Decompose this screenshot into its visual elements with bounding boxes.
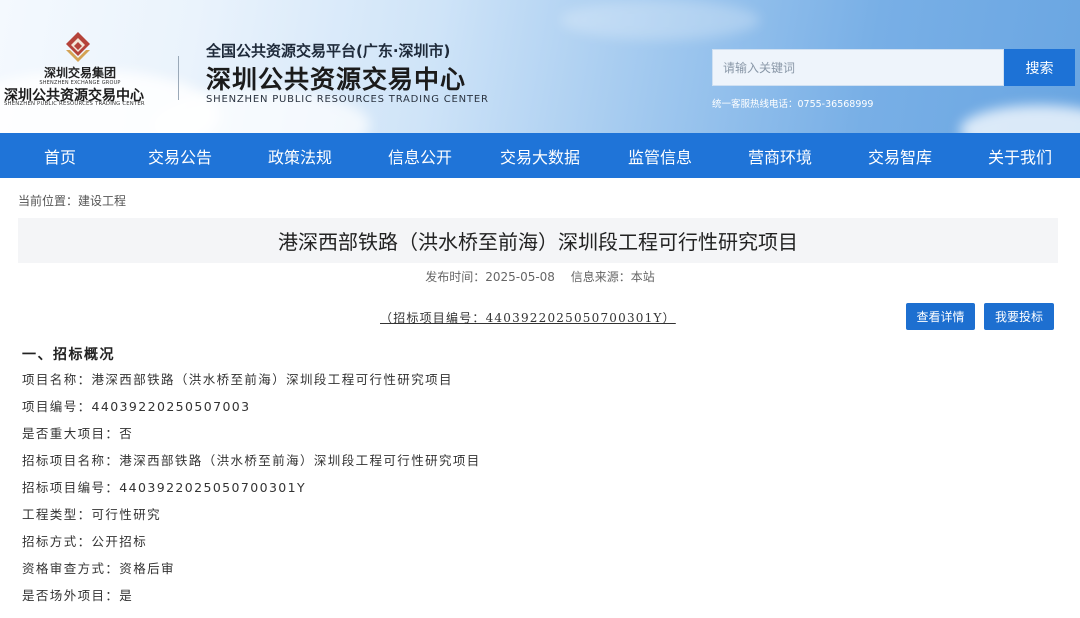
exchange-group-logo-icon[interactable] xyxy=(60,30,96,64)
list-item: 招标项目名称：港深西部铁路（洪水桥至前海）深圳段工程可行性研究项目 xyxy=(22,453,481,468)
nav-item-disclosure[interactable]: 信息公开 xyxy=(360,133,480,178)
cloud-decoration xyxy=(560,0,760,40)
info-list: 项目名称：港深西部铁路（洪水桥至前海）深圳段工程可行性研究项目 项目编号：440… xyxy=(22,370,481,613)
nav-item-home[interactable]: 首页 xyxy=(0,133,120,178)
nav-item-business-environment[interactable]: 营商环境 xyxy=(720,133,840,178)
nav-item-about[interactable]: 关于我们 xyxy=(960,133,1080,178)
main-nav: 首页 交易公告 政策法规 信息公开 交易大数据 监管信息 营商环境 交易智库 关… xyxy=(0,133,1080,178)
nav-item-think-tank[interactable]: 交易智库 xyxy=(840,133,960,178)
header-divider xyxy=(178,56,179,100)
article-meta: 发布时间：2025-05-08 信息来源：本站 xyxy=(0,268,1080,285)
list-item: 工程类型：可行性研究 xyxy=(22,507,162,522)
nav-item-supervision[interactable]: 监管信息 xyxy=(600,133,720,178)
logo-group-name: 深圳交易集团 xyxy=(43,66,116,80)
nav-item-big-data[interactable]: 交易大数据 xyxy=(480,133,600,178)
nav-item-announcements[interactable]: 交易公告 xyxy=(120,133,240,178)
submit-bid-button[interactable]: 我要投标 xyxy=(984,303,1054,330)
info-source: 信息来源：本站 xyxy=(570,270,655,284)
list-item: 招标项目编号：4403922025050700301Y xyxy=(22,480,307,495)
list-item: 是否重大项目：否 xyxy=(22,426,134,441)
hotline-text: 统一客服热线电话：0755-36568999 xyxy=(712,99,874,110)
site-title: 深圳公共资源交易中心 xyxy=(206,65,467,94)
site-header: 深圳交易集团 SHENZHEN EXCHANGE GROUP 深圳公共资源交易中… xyxy=(0,0,1080,133)
view-details-button[interactable]: 查看详情 xyxy=(906,303,975,330)
list-item: 项目编号：44039220250507003 xyxy=(22,399,251,414)
title-bar: 港深西部铁路（洪水桥至前海）深圳段工程可行性研究项目 xyxy=(18,218,1058,263)
site-title-en: SHENZHEN PUBLIC RESOURCES TRADING CENTER xyxy=(206,94,489,105)
platform-title: 全国公共资源交易平台(广东·深圳市) xyxy=(206,42,451,60)
publish-time: 发布时间：2025-05-08 xyxy=(425,270,555,284)
bid-project-number: （招标项目编号：44039220250507003​01Y） xyxy=(380,311,676,325)
list-item: 资格审查方式：资格后审 xyxy=(22,561,175,576)
search-input[interactable] xyxy=(712,49,1004,86)
list-item: 招标方式：公开招标 xyxy=(22,534,148,549)
list-item: 项目名称：港深西部铁路（洪水桥至前海）深圳段工程可行性研究项目 xyxy=(22,372,453,387)
nav-item-policies[interactable]: 政策法规 xyxy=(240,133,360,178)
cloud-decoration xyxy=(960,105,1080,133)
section-heading: 一、招标概况 xyxy=(22,347,115,363)
breadcrumb: 当前位置：建设工程 xyxy=(18,194,127,208)
list-item: 是否场外项目：是 xyxy=(22,588,134,603)
search-button[interactable]: 搜索 xyxy=(1004,49,1075,86)
page-title: 港深西部铁路（洪水桥至前海）深圳段工程可行性研究项目 xyxy=(278,230,798,254)
logo-center-name-en: SHENZHEN PUBLIC RESOURCES TRADING CENTER xyxy=(4,101,145,107)
